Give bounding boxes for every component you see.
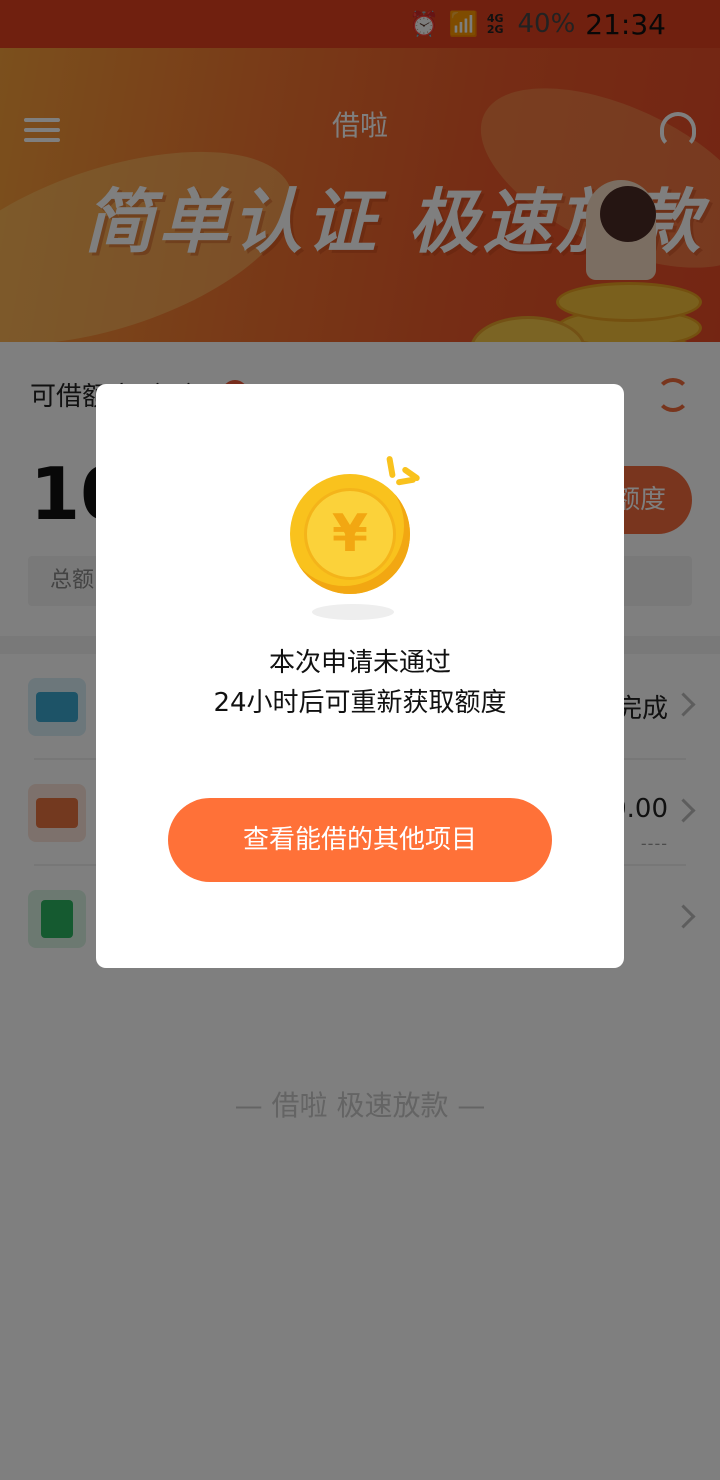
rejection-dialog: ¥ 本次申请未通过 24小时后可重新获取额度 查看能借的其他项目 — [96, 384, 624, 968]
sparkle-icon — [395, 476, 417, 486]
yuan-coin-icon: ¥ — [290, 474, 410, 594]
coin-shadow — [312, 604, 394, 620]
dialog-message-line1: 本次申请未通过 — [268, 648, 451, 678]
sparkle-icon — [386, 455, 396, 479]
dialog-message-line2: 24小时后可重新获取额度 — [213, 688, 507, 718]
view-other-projects-button[interactable]: 查看能借的其他项目 — [168, 798, 552, 882]
